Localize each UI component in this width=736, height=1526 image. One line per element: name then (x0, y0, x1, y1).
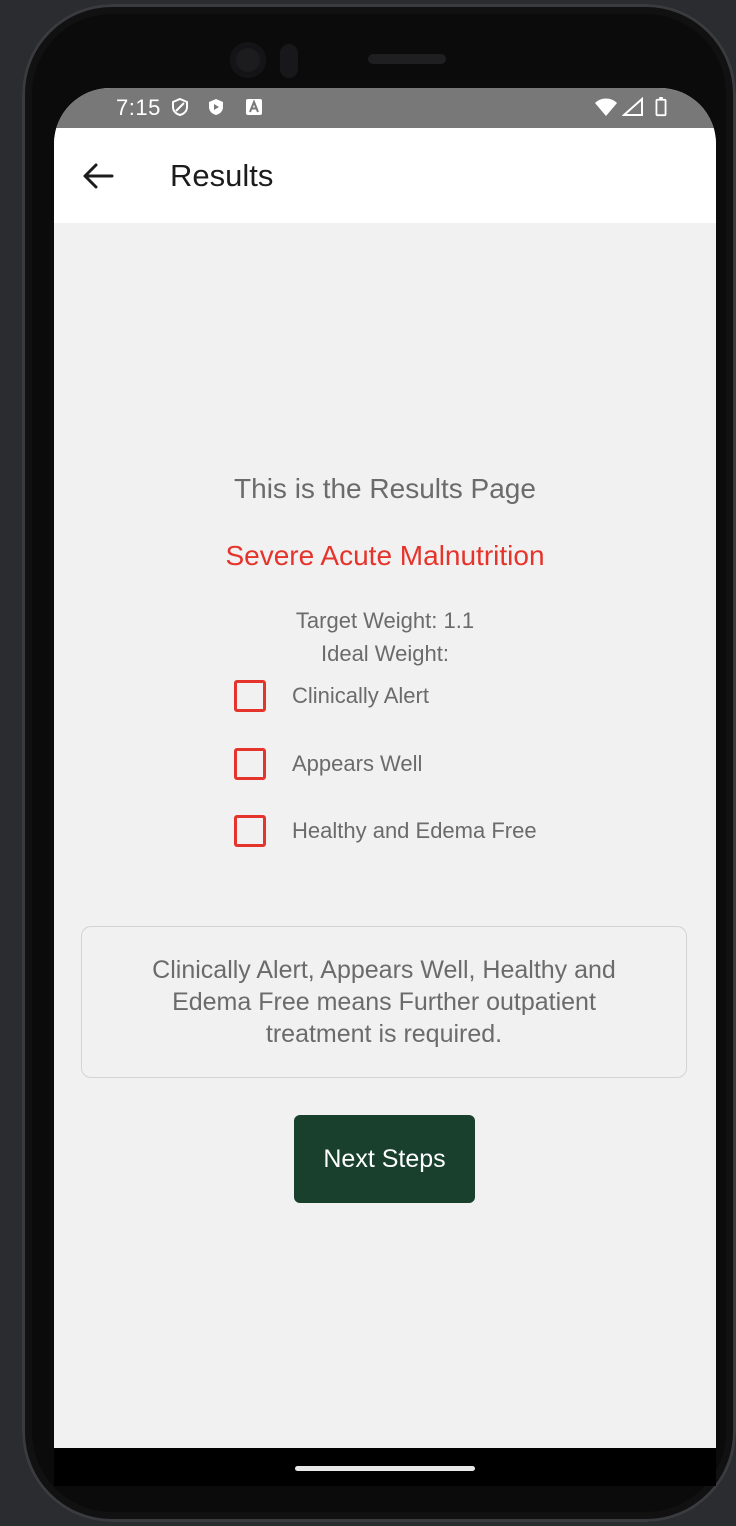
front-camera (230, 42, 266, 78)
checkbox-label: Healthy and Edema Free (292, 818, 537, 843)
info-card: Clinically Alert, Appears Well, Healthy … (81, 926, 687, 1078)
signal-icon (622, 97, 643, 116)
checkbox[interactable] (234, 815, 266, 847)
checkbox-label: Appears Well (292, 751, 423, 776)
page-title: Results (170, 158, 274, 193)
checkbox-label: Clinically Alert (292, 683, 429, 708)
earpiece-speaker (368, 54, 446, 64)
checkbox[interactable] (234, 680, 266, 712)
play-protect-icon (209, 99, 223, 115)
a-badge-icon (246, 99, 262, 115)
next-steps-button[interactable]: Next Steps (294, 1115, 475, 1203)
info-text: Clinically Alert, Appears Well, Healthy … (152, 956, 616, 1048)
diagnosis-label: Severe Acute Malnutrition (225, 540, 545, 571)
checkbox[interactable] (234, 748, 266, 780)
ideal-weight-text: Ideal Weight: (320, 641, 449, 666)
back-button[interactable] (78, 156, 118, 196)
checklist-item-clinically-alert[interactable]: Clinically Alert (234, 679, 429, 713)
navigation-bar (54, 1448, 716, 1486)
results-heading: This is the Results Page (234, 473, 536, 504)
status-bar: 7:15 (54, 88, 716, 128)
wifi-icon (595, 98, 617, 116)
arrow-left-icon (83, 163, 114, 189)
screen: 7:15 Results This is the Results Page Se… (54, 88, 716, 1486)
shield-icon (172, 97, 188, 117)
checklist-item-appears-well[interactable]: Appears Well (234, 747, 422, 781)
home-indicator[interactable] (295, 1466, 475, 1471)
app-bar: Results (54, 128, 716, 223)
target-weight-text: Target Weight: 1.1 (295, 608, 475, 633)
checklist-item-healthy-edema-free[interactable]: Healthy and Edema Free (234, 814, 537, 848)
proximity-sensor (280, 44, 298, 78)
device-frame: 7:15 Results This is the Results Page Se… (0, 0, 736, 1526)
status-time: 7:15 (116, 95, 161, 120)
battery-icon (655, 97, 667, 117)
